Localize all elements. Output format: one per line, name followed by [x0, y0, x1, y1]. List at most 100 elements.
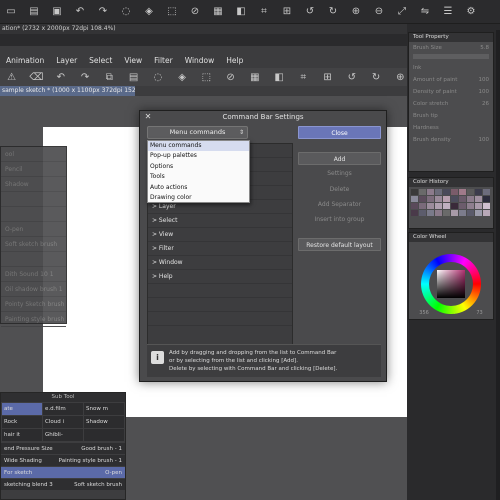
brush-row[interactable] [1, 252, 66, 267]
color-swatch[interactable] [411, 203, 418, 209]
zoom-in-icon[interactable]: ⊕ [394, 70, 407, 84]
menu-select[interactable]: Select [89, 56, 112, 65]
color-swatch[interactable] [483, 203, 490, 209]
sub-tool-item[interactable]: Snow m [84, 403, 124, 415]
property-row[interactable]: Density of paint 100 [409, 86, 493, 98]
selection-icon[interactable]: ⊞ [321, 70, 334, 84]
property-row[interactable]: Amount of paint 100 [409, 74, 493, 86]
brush-row[interactable]: ool [1, 147, 66, 162]
add-button[interactable]: Add [298, 152, 381, 165]
list-item[interactable]: > Filter [148, 242, 292, 256]
color-swatch[interactable] [459, 203, 466, 209]
sub-tool-row[interactable]: Wide Shading Painting style brush - 1 [1, 454, 125, 466]
sub-tool-item[interactable]: Rock [2, 416, 42, 428]
sub-tool-item[interactable]: Ghibli- [43, 429, 83, 441]
dropdown-option[interactable]: Tools [148, 172, 249, 182]
list-item[interactable] [148, 298, 292, 312]
list-item[interactable] [148, 284, 292, 298]
sub-tool-item[interactable]: Shadow [84, 416, 124, 428]
color-swatch[interactable] [459, 210, 466, 216]
crop-icon[interactable]: ⌗ [297, 70, 310, 84]
property-row[interactable]: Color stretch 26 [409, 98, 493, 110]
menu-animation[interactable]: Animation [6, 56, 44, 65]
close-button[interactable]: Close [298, 126, 381, 139]
rotate-right-icon[interactable]: ↻ [326, 5, 340, 19]
delete-button[interactable]: Delete [298, 183, 381, 196]
undo-icon[interactable]: ↶ [54, 70, 67, 84]
brush-row[interactable]: Soft sketch brush [1, 237, 66, 252]
property-row[interactable]: Brush Size 5.8 [409, 42, 493, 54]
rotate-left-icon[interactable]: ↺ [345, 70, 358, 84]
new-canvas-icon[interactable]: ▭ [4, 5, 18, 19]
sub-tool-item[interactable] [84, 429, 124, 441]
redo-icon[interactable]: ↷ [96, 5, 110, 19]
menu-view[interactable]: View [124, 56, 142, 65]
color-swatch[interactable] [483, 196, 490, 202]
copy-icon[interactable]: ⧉ [103, 70, 116, 84]
menu-icon[interactable]: ☰ [441, 5, 455, 19]
invert-icon[interactable]: ◧ [234, 5, 248, 19]
sub-tool-row[interactable]: end Pressure Size Good brush - 1 [1, 442, 125, 454]
right-scrollbar[interactable] [496, 30, 500, 500]
color-swatch[interactable] [475, 189, 482, 195]
color-swatch[interactable] [427, 196, 434, 202]
color-swatch[interactable] [451, 203, 458, 209]
color-swatch[interactable] [427, 203, 434, 209]
color-swatch[interactable] [427, 210, 434, 216]
color-swatch[interactable] [451, 196, 458, 202]
erase-icon[interactable]: ⌫ [29, 70, 43, 84]
brush-row[interactable]: O-pen [1, 222, 66, 237]
transform-icon[interactable]: ⬚ [200, 70, 213, 84]
selection-launcher-icon[interactable]: ⊞ [280, 5, 294, 19]
paste-icon[interactable]: ▤ [127, 70, 140, 84]
save-icon[interactable]: ▣ [50, 5, 64, 19]
undo-icon[interactable]: ↶ [73, 5, 87, 19]
color-swatch[interactable] [411, 196, 418, 202]
color-swatch[interactable] [427, 189, 434, 195]
color-swatch[interactable] [467, 189, 474, 195]
brush-row[interactable]: Pencil [1, 162, 66, 177]
sub-tool-item[interactable]: hair it [2, 429, 42, 441]
transform-icon[interactable]: ⬚ [165, 5, 179, 19]
settings-button[interactable]: Settings [298, 167, 381, 180]
dropdown-option[interactable]: Auto actions [148, 183, 249, 193]
color-swatch[interactable] [443, 189, 450, 195]
dropdown-option[interactable]: Drawing color [148, 193, 249, 203]
menu-window[interactable]: Window [185, 56, 215, 65]
color-swatch[interactable] [435, 210, 442, 216]
property-slider[interactable] [413, 54, 489, 59]
color-swatch[interactable] [475, 203, 482, 209]
brush-row[interactable] [1, 207, 66, 222]
list-item[interactable]: > Window [148, 256, 292, 270]
invert-icon[interactable]: ◧ [273, 70, 286, 84]
menu-help[interactable]: Help [226, 56, 243, 65]
color-swatch[interactable] [475, 196, 482, 202]
settings-icon[interactable]: ⚙ [464, 5, 478, 19]
color-swatch[interactable] [459, 189, 466, 195]
color-swatch[interactable] [435, 203, 442, 209]
list-item[interactable] [148, 312, 292, 326]
color-swatch[interactable] [419, 203, 426, 209]
color-swatch[interactable] [451, 210, 458, 216]
clear-icon[interactable]: ◌ [151, 70, 164, 84]
insert-into-group-button[interactable]: Insert into group [298, 213, 381, 226]
rotate-left-icon[interactable]: ↺ [303, 5, 317, 19]
clear-icon[interactable]: ◌ [119, 5, 133, 19]
color-swatch[interactable] [411, 210, 418, 216]
fit-icon[interactable]: ⤢ [395, 5, 409, 19]
brush-row[interactable]: Shadow [1, 177, 66, 192]
select-all-icon[interactable]: ▦ [248, 70, 261, 84]
color-swatch[interactable] [419, 210, 426, 216]
canvas-tab[interactable]: sample sketch * (1000 x 1100px 372dpi 15… [0, 86, 135, 96]
dropdown-option[interactable]: Menu commands [148, 141, 249, 152]
list-item[interactable]: > View [148, 228, 292, 242]
brush-row[interactable]: Dith Sound 10 1 [1, 267, 66, 282]
sub-tool-item[interactable]: Cloud i [43, 416, 83, 428]
color-swatch[interactable] [443, 210, 450, 216]
color-swatch[interactable] [467, 203, 474, 209]
crop-icon[interactable]: ⌗ [257, 5, 271, 19]
sub-tool-row-selected[interactable]: For sketch O-pen [1, 466, 125, 478]
open-icon[interactable]: ▤ [27, 5, 41, 19]
menu-filter[interactable]: Filter [154, 56, 173, 65]
restore-default-layout-button[interactable]: Restore default layout [298, 238, 381, 251]
